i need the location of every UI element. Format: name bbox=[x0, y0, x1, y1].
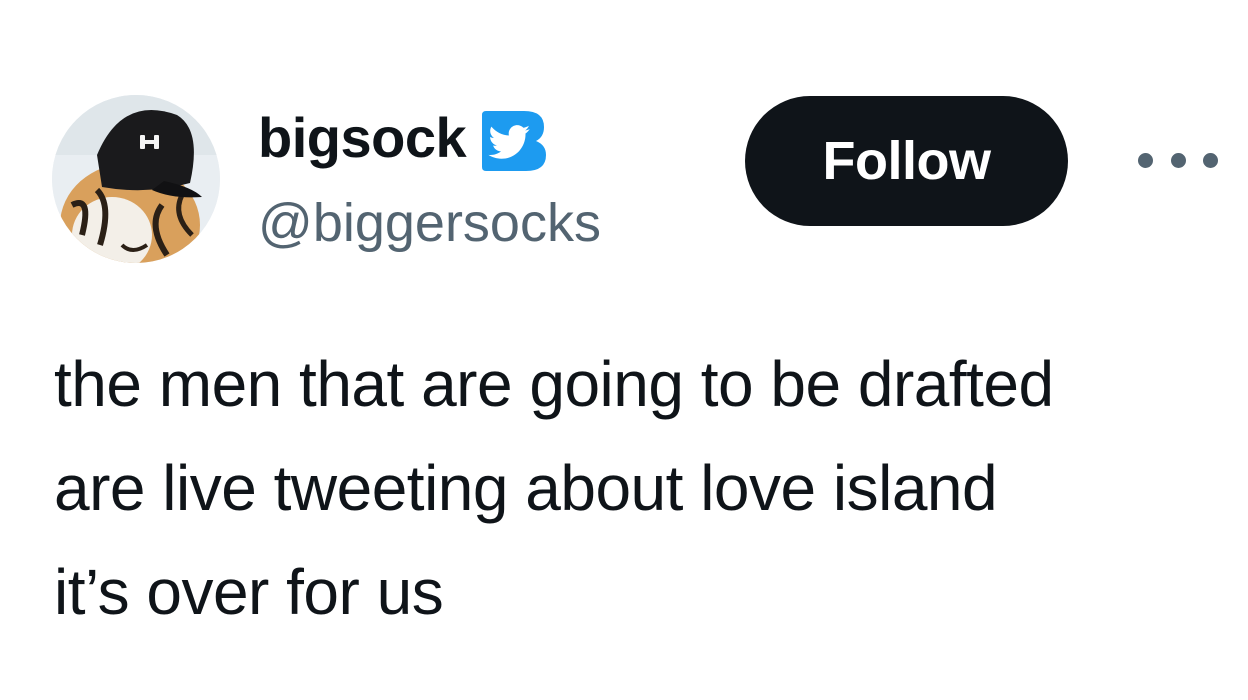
tweet-text-line: it’s over for us bbox=[54, 556, 444, 628]
more-dot bbox=[1138, 152, 1153, 168]
more-dot bbox=[1203, 152, 1218, 168]
tweet-text-line: the men that are going to be drafted bbox=[54, 348, 1054, 420]
display-name[interactable]: bigsock bbox=[258, 103, 467, 173]
tweet-text: the men that are going to be drafted are… bbox=[54, 332, 1234, 644]
more-options-icon[interactable] bbox=[1138, 140, 1218, 180]
tweet-text-line: are live tweeting about love island bbox=[54, 452, 998, 524]
tweet-card: bigsock @biggersocks Follow the men that… bbox=[0, 0, 1248, 700]
author-name-row: bigsock bbox=[258, 103, 548, 173]
verified-badge-icon[interactable] bbox=[478, 109, 548, 173]
tiger-avatar-image bbox=[52, 95, 220, 263]
more-dot bbox=[1170, 152, 1186, 168]
avatar[interactable] bbox=[52, 95, 220, 263]
follow-button[interactable]: Follow bbox=[745, 96, 1068, 226]
author-handle[interactable]: @biggersocks bbox=[258, 190, 601, 256]
